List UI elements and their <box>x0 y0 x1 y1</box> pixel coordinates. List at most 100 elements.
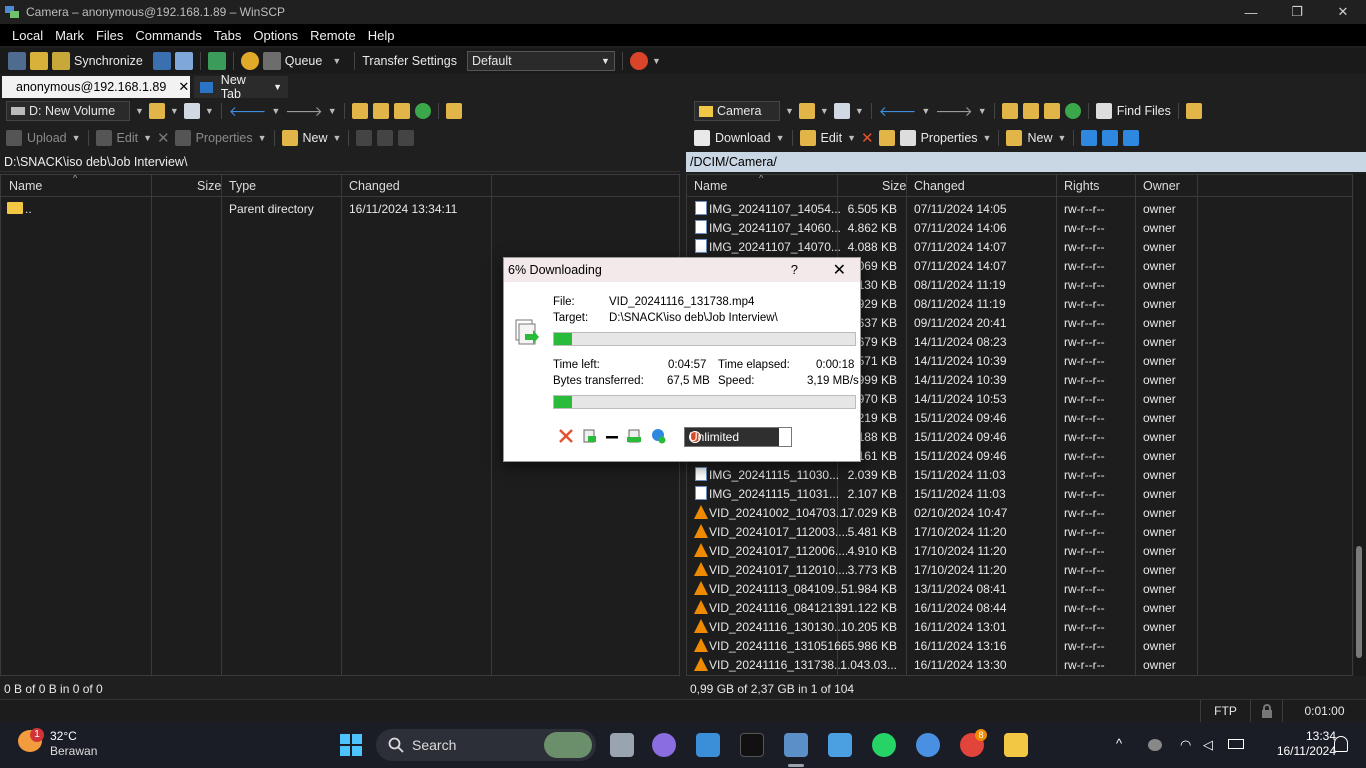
unselect-icon[interactable] <box>1102 130 1119 146</box>
forward-arrow-icon[interactable]: 🡒 <box>285 103 323 120</box>
menu-options[interactable]: Options <box>247 28 304 43</box>
chevron-down-icon[interactable]: ▼ <box>1057 133 1066 143</box>
table-row[interactable]: VID_20241116_130130.... 10.205 KB 16/11/20… <box>687 617 1352 636</box>
network-status-icon[interactable] <box>1148 739 1162 751</box>
compare-directories-icon[interactable] <box>8 52 26 70</box>
chevron-down-icon[interactable]: ▼ <box>143 133 152 143</box>
properties-icon[interactable] <box>899 130 916 146</box>
table-row[interactable]: VID_20241113_084109.... 51.984 KB 13/11/20… <box>687 579 1352 598</box>
filter-icon[interactable] <box>183 103 200 119</box>
copilot-icon[interactable] <box>652 733 676 757</box>
tree-icon[interactable] <box>445 103 462 119</box>
column-name[interactable]: Name <box>9 179 42 193</box>
left-drive-select[interactable]: D: New Volume <box>6 101 130 121</box>
queue-dropdown-icon[interactable]: ▼ <box>332 56 341 66</box>
chevron-down-icon[interactable]: ▼ <box>820 106 829 116</box>
left-path-bar[interactable]: D:\SNACK\iso deb\Job Interview\ <box>0 152 680 172</box>
remote-desktop-icon[interactable] <box>696 733 720 757</box>
refresh-icon[interactable] <box>414 103 431 119</box>
select-files-icon[interactable] <box>1123 130 1140 146</box>
transfer-settings-select[interactable]: Default ▼ <box>466 51 615 71</box>
left-new-button[interactable]: New <box>303 131 328 145</box>
refresh-icon[interactable] <box>1064 103 1081 119</box>
open-directory-icon[interactable] <box>148 103 165 119</box>
column-name[interactable]: Name <box>694 179 727 193</box>
left-edit-button[interactable]: Edit <box>117 131 139 145</box>
chevron-down-icon[interactable]: ▼ <box>273 82 282 92</box>
putty-icon[interactable] <box>174 52 193 70</box>
column-changed[interactable]: Changed <box>349 179 400 193</box>
chevron-down-icon[interactable]: ▼ <box>328 106 337 116</box>
move-to-background-icon[interactable] <box>582 428 598 444</box>
delete-icon[interactable]: ✕ <box>157 129 170 147</box>
download-icon[interactable] <box>694 130 710 146</box>
new-icon[interactable] <box>281 130 298 146</box>
table-row[interactable]: VID_20241017_112006.... 4.910 KB 17/10/202… <box>687 541 1352 560</box>
site-dropdown-icon[interactable]: ▼ <box>652 56 661 66</box>
virtualbox-icon[interactable] <box>828 733 852 757</box>
queue-button[interactable]: Queue <box>285 54 323 68</box>
table-row[interactable]: IMG_20241107_14070... 4.088 KB 07/11/2024 … <box>687 237 1352 256</box>
whatsapp-icon[interactable] <box>872 733 896 757</box>
select-files-icon[interactable] <box>398 130 415 146</box>
parent-directory-icon[interactable] <box>351 103 368 119</box>
rename-icon[interactable] <box>878 130 895 146</box>
table-row[interactable]: IMG_20241107_14060... 4.862 KB 07/11/2024 … <box>687 218 1352 237</box>
menu-commands[interactable]: Commands <box>129 28 207 43</box>
filter-icon[interactable] <box>833 103 850 119</box>
table-row[interactable]: IMG_20241115_11031... 2.107 KB 15/11/2024 … <box>687 484 1352 503</box>
chevron-down-icon[interactable]: ▼ <box>847 133 856 143</box>
chevron-down-icon[interactable]: ▼ <box>271 106 280 116</box>
back-arrow-icon[interactable]: 🡐 <box>229 103 267 120</box>
start-windows-icon[interactable] <box>340 734 362 756</box>
help-button[interactable]: ? <box>791 262 798 277</box>
winscp-taskbar-icon[interactable] <box>784 733 808 757</box>
table-row[interactable]: VID_20241017_112010.... 3.773 KB 17/10/202… <box>687 560 1352 579</box>
upload-button[interactable]: Upload <box>27 131 67 145</box>
column-type[interactable]: Type <box>229 179 256 193</box>
root-directory-icon[interactable] <box>1022 103 1039 119</box>
taskbar-search[interactable]: Search <box>376 729 596 761</box>
right-scrollbar-thumb[interactable] <box>1356 546 1362 658</box>
table-row[interactable]: VID_20241116_131738.... 1.043.03... 16/11/… <box>687 655 1352 674</box>
chevron-down-icon[interactable]: ▼ <box>855 106 864 116</box>
right-properties-button[interactable]: Properties <box>921 131 978 145</box>
task-view-icon[interactable] <box>610 733 634 757</box>
back-arrow-icon[interactable]: 🡐 <box>879 103 917 120</box>
minimize-button[interactable]: — <box>1228 0 1274 24</box>
volume-icon[interactable]: ◁ <box>1203 737 1213 753</box>
right-edit-button[interactable]: Edit <box>821 131 843 145</box>
right-location-select[interactable]: Camera <box>694 101 780 121</box>
open-directory-icon[interactable] <box>798 103 815 119</box>
queue-transfer-icon[interactable] <box>626 428 642 444</box>
column-rights[interactable]: Rights <box>1064 179 1099 193</box>
site-colors-icon[interactable] <box>629 52 648 70</box>
file-explorer-icon[interactable] <box>1004 733 1028 757</box>
chevron-down-icon[interactable]: ▼ <box>978 106 987 116</box>
home-icon[interactable] <box>1043 103 1060 119</box>
chevron-down-icon[interactable]: ▼ <box>258 133 267 143</box>
dialog-close-button[interactable]: ✕ <box>833 260 846 280</box>
system-clock[interactable]: 13:34 16/11/2024 <box>1277 729 1336 759</box>
chevron-down-icon[interactable]: ▼ <box>776 133 785 143</box>
table-row[interactable]: IMG_20241115_11030... 2.039 KB 15/11/2024 … <box>687 465 1352 484</box>
table-row[interactable]: IMG_20241107_14054... 6.505 KB 07/11/2024 … <box>687 199 1352 218</box>
chevron-down-icon[interactable]: ▼ <box>170 106 179 116</box>
chevron-down-icon[interactable]: ▼ <box>72 133 81 143</box>
chevron-down-icon[interactable]: ▼ <box>921 106 930 116</box>
menu-local[interactable]: Local <box>6 28 49 43</box>
select-all-icon[interactable] <box>1081 130 1098 146</box>
show-hidden-icons-chevron-icon[interactable]: ^ <box>1116 736 1122 751</box>
select-all-icon[interactable] <box>356 130 373 146</box>
right-new-button[interactable]: New <box>1027 131 1052 145</box>
chevron-down-icon[interactable]: ▼ <box>785 106 794 116</box>
table-row[interactable]: VID_20241116_084121.... 391.122 KB 16/11/2… <box>687 598 1352 617</box>
speed-limit-dropdown-handle[interactable] <box>779 428 791 446</box>
unselect-icon[interactable] <box>377 130 394 146</box>
battery-icon[interactable] <box>1228 739 1244 749</box>
home-icon[interactable] <box>393 103 410 119</box>
chevron-down-icon[interactable]: ▼ <box>333 133 342 143</box>
menu-help[interactable]: Help <box>362 28 401 43</box>
browser-icon[interactable] <box>916 733 940 757</box>
left-properties-button[interactable]: Properties <box>196 131 253 145</box>
